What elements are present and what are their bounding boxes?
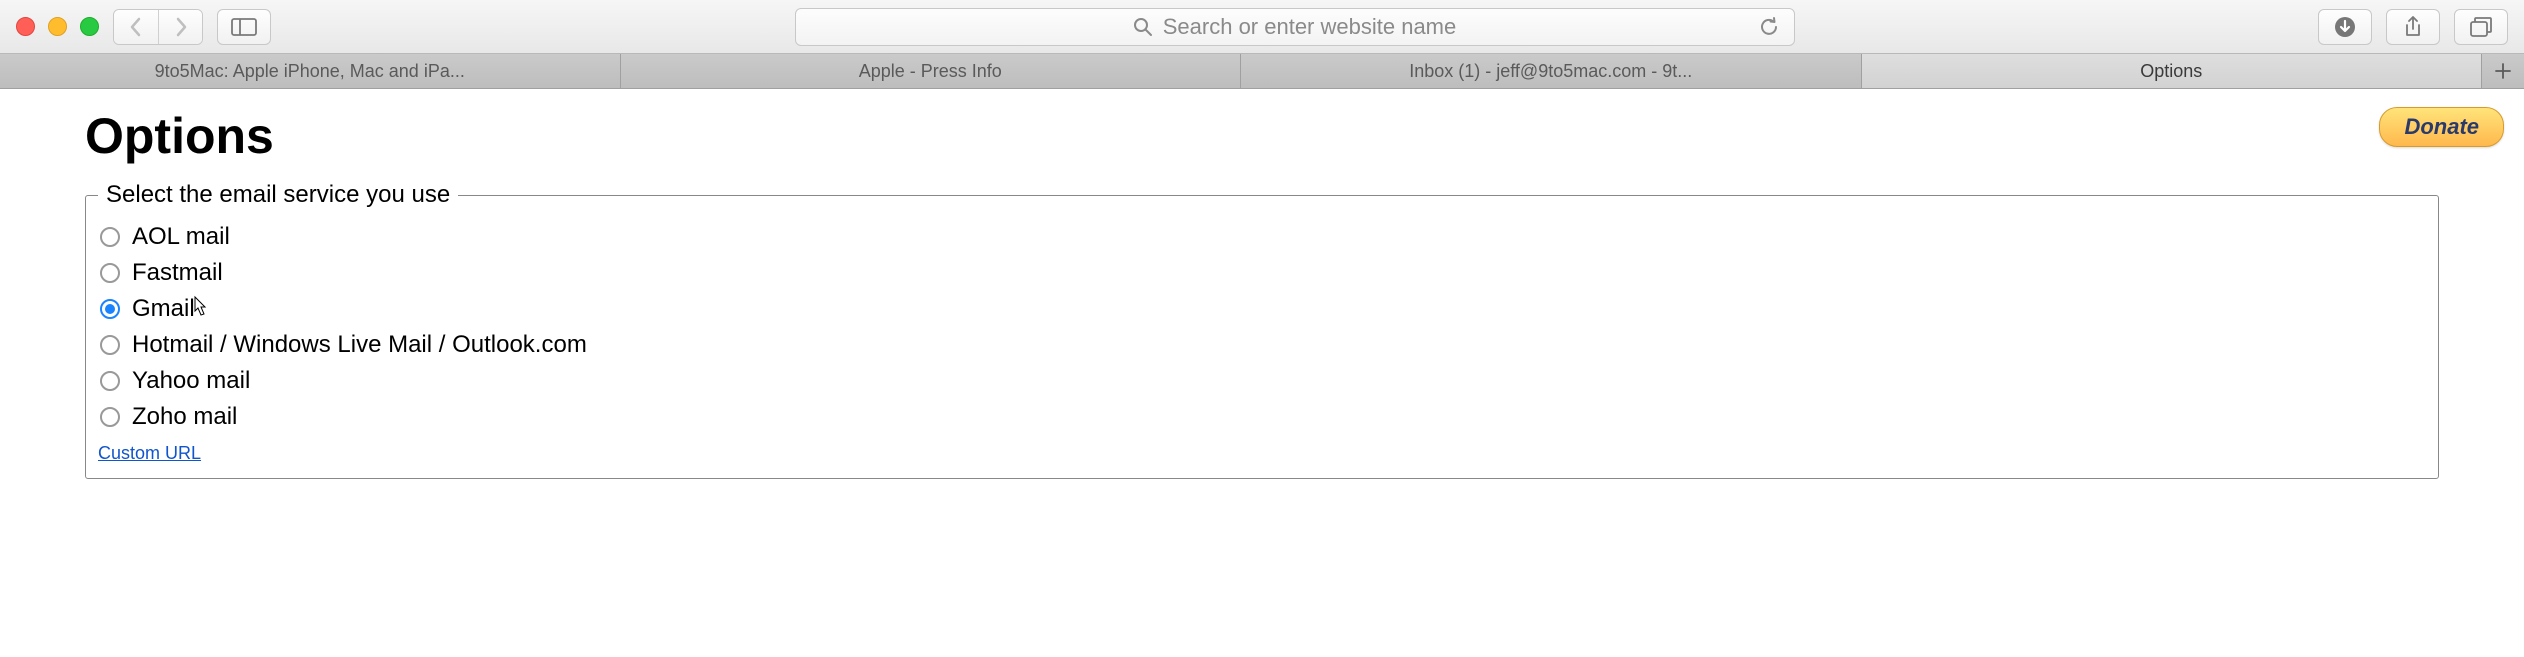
close-window-button[interactable] [16,17,35,36]
sidebar-toggle-button[interactable] [217,9,271,45]
fullscreen-window-button[interactable] [80,17,99,36]
radio-input[interactable] [100,263,120,283]
radio-label: Yahoo mail [132,367,250,395]
toolbar-right-group [2318,9,2508,45]
downloads-button[interactable] [2318,9,2372,45]
download-icon [2334,16,2356,38]
new-tab-button[interactable] [2482,54,2524,88]
radio-gmail[interactable]: Gmail [98,291,2426,327]
tab-inbox[interactable]: Inbox (1) - jeff@9to5mac.com - 9t... [1241,54,1862,88]
sidebar-icon [231,18,257,36]
radio-input[interactable] [100,407,120,427]
tab-apple-press[interactable]: Apple - Press Info [621,54,1242,88]
forward-button[interactable] [158,10,202,44]
radio-fastmail[interactable]: Fastmail [98,255,2426,291]
radio-input[interactable] [100,335,120,355]
tabs-icon [2469,16,2493,38]
back-button[interactable] [114,10,158,44]
reload-icon [1758,16,1780,38]
tab-bar: 9to5Mac: Apple iPhone, Mac and iPa... Ap… [0,54,2524,89]
url-bar[interactable]: Search or enter website name [795,8,1795,46]
chevron-left-icon [129,17,143,37]
search-icon [1133,17,1153,37]
radio-label: Fastmail [132,259,223,287]
fieldset-legend: Select the email service you use [98,181,458,209]
radio-input[interactable] [100,299,120,319]
radio-input[interactable] [100,371,120,391]
radio-label: AOL mail [132,223,230,251]
custom-url-link[interactable]: Custom URL [98,443,201,464]
share-icon [2403,15,2423,39]
chevron-right-icon [174,17,188,37]
tab-options[interactable]: Options [1862,54,2483,88]
url-placeholder: Search or enter website name [1163,14,1457,40]
radio-aol[interactable]: AOL mail [98,219,2426,255]
minimize-window-button[interactable] [48,17,67,36]
radio-label: Zoho mail [132,403,237,431]
reload-button[interactable] [1758,16,1780,38]
window-controls [16,17,99,36]
nav-button-group [113,9,203,45]
radio-yahoo[interactable]: Yahoo mail [98,363,2426,399]
page-title: Options [85,107,2439,165]
email-service-fieldset: Select the email service you use AOL mai… [85,181,2439,479]
radio-label: Hotmail / Windows Live Mail / Outlook.co… [132,331,587,359]
plus-icon [2495,63,2511,79]
page-content: Donate Options Select the email service … [0,89,2524,499]
browser-toolbar: Search or enter website name [0,0,2524,54]
radio-label: Gmail [132,295,195,323]
tabs-button[interactable] [2454,9,2508,45]
radio-input[interactable] [100,227,120,247]
radio-zoho[interactable]: Zoho mail [98,399,2426,435]
tab-9to5mac[interactable]: 9to5Mac: Apple iPhone, Mac and iPa... [0,54,621,88]
share-button[interactable] [2386,9,2440,45]
donate-button[interactable]: Donate [2379,107,2504,147]
radio-hotmail[interactable]: Hotmail / Windows Live Mail / Outlook.co… [98,327,2426,363]
